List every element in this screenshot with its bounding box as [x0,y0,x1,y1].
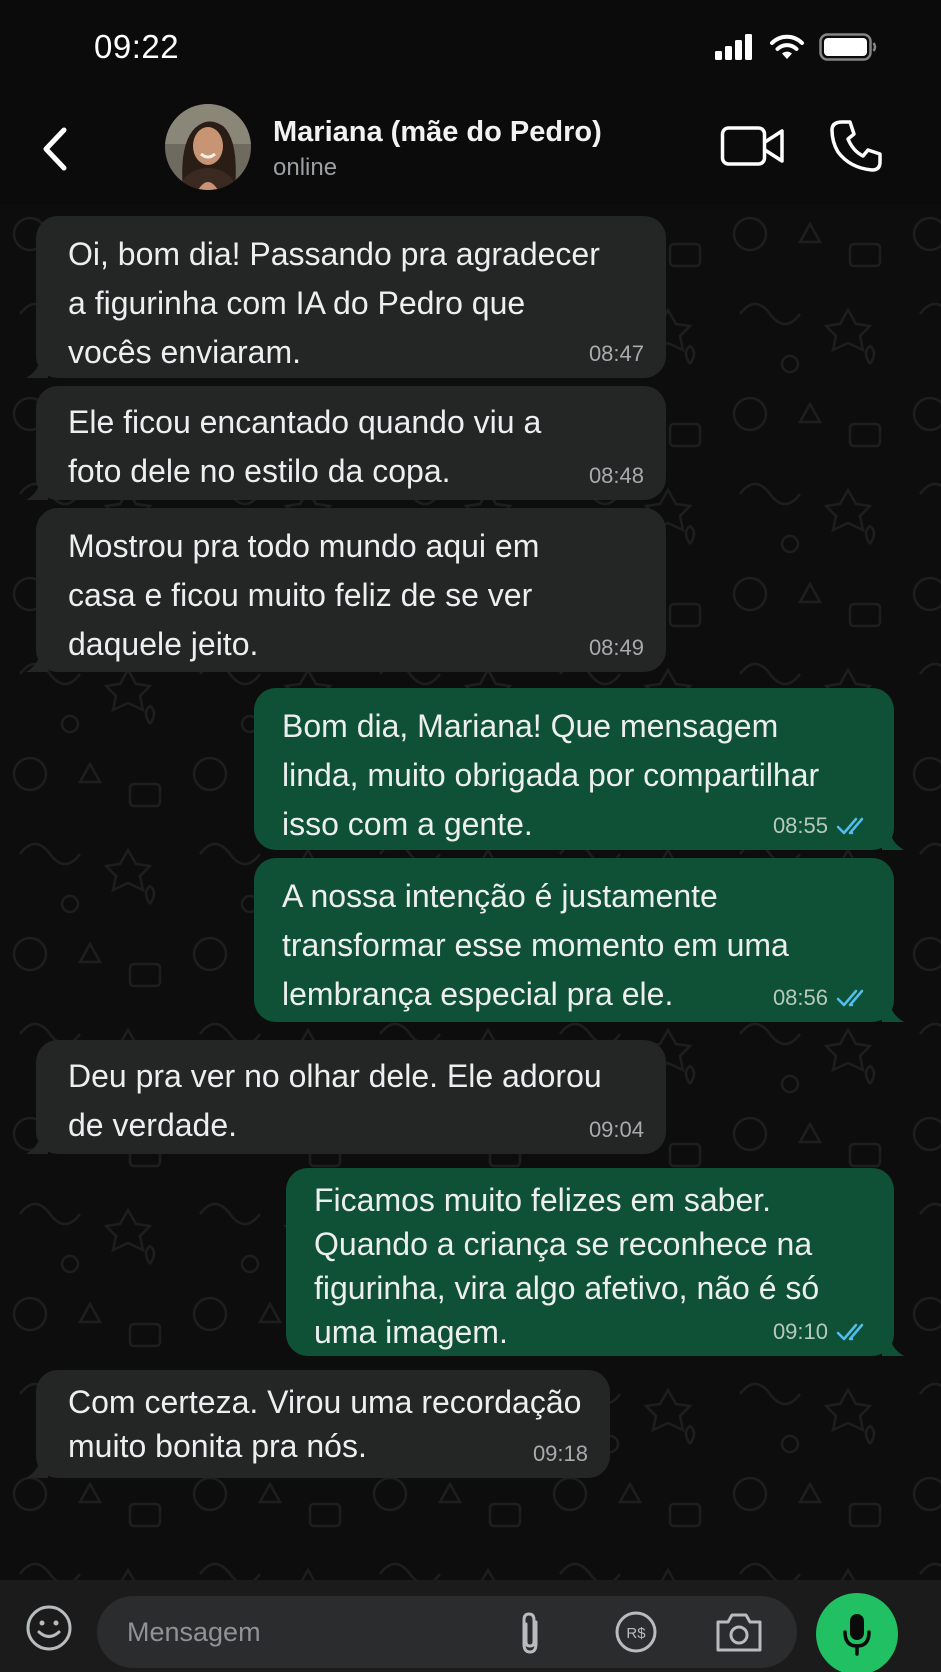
paperclip-icon [522,1612,538,1654]
wifi-icon [770,34,804,59]
message-time: 09:18 [532,1441,588,1466]
camera-button[interactable] [714,1610,764,1654]
message-bubble-outgoing[interactable]: A nossa intenção é justamente transforma… [254,858,904,1022]
message-text: Com certeza. Virou uma recordação muito … [68,1384,582,1464]
message-bubble-incoming[interactable]: Com certeza. Virou uma recordação muito … [26,1370,610,1478]
emoji-icon [26,1605,72,1651]
payment-button[interactable]: R$ [614,1610,658,1654]
message-bubble-incoming[interactable]: Deu pra ver no olhar dele. Ele adorou de… [26,1040,666,1154]
double-check-read-icon [836,989,864,1007]
message-meta: 08:49 [589,634,644,662]
message-bubble-outgoing[interactable]: Bom dia, Mariana! Que mensagem linda, mu… [254,688,904,850]
message-bubble-incoming[interactable]: Oi, bom dia! Passando pra agradecer a fi… [26,216,666,378]
message-meta: 09:10 [773,1318,872,1346]
message-time: 08:48 [588,463,644,488]
message-meta: 08:48 [589,462,644,490]
message-meta: 08:55 [773,812,872,840]
attach-button[interactable] [510,1610,550,1656]
bubble-tail [26,356,48,378]
video-call-button[interactable] [720,122,786,170]
message-bubble-incoming[interactable]: Ele ficou encantado quando viu a foto de… [26,386,666,500]
message-text: Oi, bom dia! Passando pra agradecer a fi… [68,236,600,370]
message-time: 09:04 [588,1117,644,1142]
message-text: Ele ficou encantado quando viu a foto de… [68,404,542,489]
emoji-button[interactable] [24,1603,74,1653]
bubble-tail [26,1132,48,1154]
message-time: 09:10 [772,1319,828,1344]
avatar[interactable] [165,104,251,190]
bubble-tail [26,478,48,500]
back-button[interactable] [28,118,82,180]
message-input[interactable] [97,1596,797,1668]
status-icons [715,32,877,62]
contact-photo-icon [165,104,251,190]
camera-icon [716,1613,762,1652]
voice-message-button[interactable] [816,1593,898,1672]
chat-area[interactable]: Oi, bom dia! Passando pra agradecer a fi… [0,204,941,1580]
message-text: Deu pra ver no olhar dele. Ele adorou de… [68,1058,602,1143]
bubble-tail [26,1456,48,1478]
chat-header: Mariana (mãe do Pedro) online [0,100,941,204]
bubble-tail [26,650,48,672]
bubble-tail [882,1334,904,1356]
double-check-read-icon [836,817,864,835]
message-bubble-incoming[interactable]: Mostrou pra todo mundo aqui em casa e fi… [26,508,666,672]
message-time: 08:56 [772,985,828,1010]
currency-brl-icon: R$ [615,1611,657,1653]
message-time: 08:47 [588,341,644,366]
message-meta: 08:56 [773,984,872,1012]
phone-icon [830,120,882,172]
contact-status: online [273,154,338,181]
bubble-tail [882,1000,904,1022]
message-meta: 09:18 [533,1440,588,1468]
video-camera-icon [720,126,784,166]
composer-bar: R$ [0,1580,941,1672]
status-bar: 09:22 [0,0,941,100]
message-meta: 08:47 [589,340,644,368]
svg-text:R$: R$ [626,1625,646,1642]
chevron-left-icon [43,127,67,171]
message-time: 08:55 [772,813,828,838]
bubble-tail [882,828,904,850]
double-check-read-icon [836,1323,864,1341]
message-bubble-outgoing[interactable]: Ficamos muito felizes em saber. Quando a… [286,1168,904,1356]
message-text: Bom dia, Mariana! Que mensagem linda, mu… [282,708,820,842]
signal-icon [715,34,752,60]
contact-name[interactable]: Mariana (mãe do Pedro) [273,116,602,149]
message-time: 08:49 [588,635,644,660]
voice-call-button[interactable] [828,118,884,174]
message-meta: 09:04 [589,1116,644,1144]
message-text: Ficamos muito felizes em saber. Quando a… [314,1182,820,1350]
message-text: Mostrou pra todo mundo aqui em casa e fi… [68,528,540,662]
status-time: 09:22 [94,28,180,65]
battery-icon [819,33,877,61]
message-text: A nossa intenção é justamente transforma… [282,878,789,1012]
microphone-icon [843,1614,871,1656]
